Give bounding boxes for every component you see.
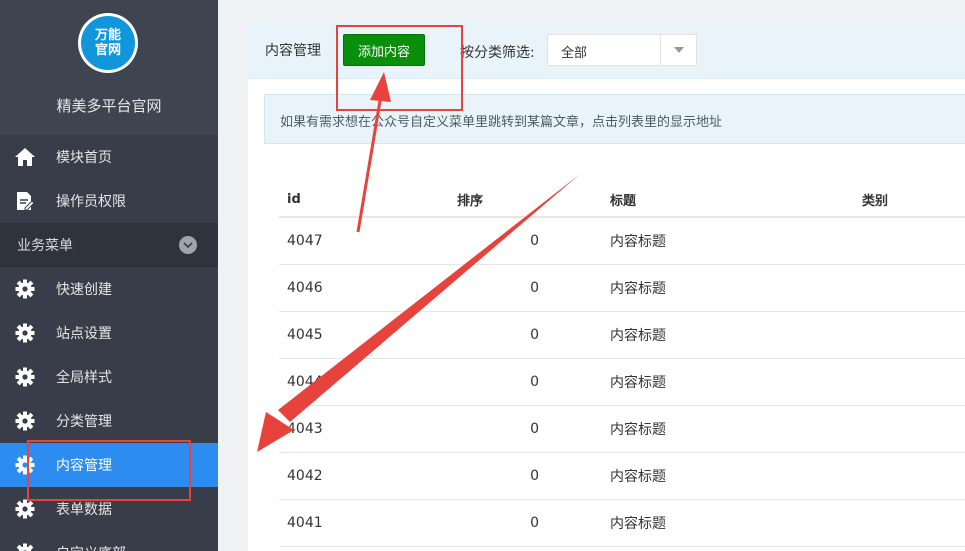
content-table: id 排序 标题 类别 4047 0 内容标题 4046 0 内容标题 4045… [279,182,965,547]
sidebar-item-label: 操作员权限 [56,194,126,210]
cell-sort: 0 [457,358,610,406]
annotation-highlight-content-menu [27,440,191,501]
category-filter-select[interactable]: 全部 [547,34,697,66]
table-row[interactable]: 4042 0 内容标题 [279,452,965,500]
sidebar-item-site-settings[interactable]: 站点设置 [0,311,218,355]
brand: 万能 官网 精美多平台官网 [0,0,218,135]
cell-sort: 0 [457,452,610,500]
cell-id: 4046 [279,264,457,312]
cell-id: 4047 [279,217,457,265]
cell-title: 内容标题 [610,405,862,453]
cell-sort: 0 [457,499,610,547]
sidebar-item-quick-create[interactable]: 快速创建 [0,267,218,311]
cell-id: 4042 [279,452,457,500]
cell-category [862,358,965,406]
sidebar-group-business[interactable]: 业务菜单 [0,223,218,267]
sidebar-item-label: 全局样式 [56,370,112,386]
cell-id: 4045 [279,311,457,359]
sidebar-group-label: 业务菜单 [17,238,73,254]
table-header-row: id 排序 标题 类别 [279,182,965,218]
cell-category [862,217,965,265]
column-header-id[interactable]: id [279,182,457,218]
gear-icon [14,498,36,520]
dropdown-arrow-icon[interactable] [660,35,696,65]
sidebar-item-custom-footer[interactable]: 自定义底部 [0,531,218,551]
gear-icon [14,322,36,344]
gear-icon [14,410,36,432]
logo[interactable]: 万能 官网 [78,13,138,73]
cell-sort: 0 [457,217,610,265]
cell-category [862,405,965,453]
sidebar-item-home[interactable]: 模块首页 [0,135,218,179]
cell-id: 4041 [279,499,457,547]
cell-title: 内容标题 [610,358,862,406]
cell-title: 内容标题 [610,264,862,312]
table-row[interactable]: 4041 0 内容标题 [279,499,965,547]
select-value: 全部 [561,46,588,61]
cell-category [862,452,965,500]
table-row[interactable]: 4047 0 内容标题 [279,217,965,265]
sidebar-item-category-management[interactable]: 分类管理 [0,399,218,443]
cell-id: 4044 [279,358,457,406]
cell-category [862,264,965,312]
cell-title: 内容标题 [610,311,862,359]
sidebar-item-label: 快速创建 [56,282,112,298]
column-header-sort[interactable]: 排序 [457,182,610,218]
notice-text: 如果有需求想在公众号自定义菜单里跳转到某篇文章，点击列表里的显示地址 [280,115,723,130]
cell-title: 内容标题 [610,217,862,265]
page-title: 内容管理 [265,43,321,59]
cell-sort: 0 [457,264,610,312]
table-row[interactable]: 4043 0 内容标题 [279,405,965,453]
home-icon [14,146,36,168]
cell-category [862,311,965,359]
cell-sort: 0 [457,311,610,359]
gear-icon [14,366,36,388]
logo-line-2: 官网 [94,43,121,58]
document-edit-icon [14,190,36,212]
annotation-highlight-add-button [336,25,463,111]
cell-category [862,499,965,547]
filter-label: 按分类筛选: [460,45,535,61]
cell-title: 内容标题 [610,452,862,500]
gear-icon [14,542,36,551]
logo-badge: 万能 官网 [81,16,135,70]
sidebar-item-label: 自定义底部 [56,543,126,551]
logo-line-1: 万能 [94,28,121,43]
sidebar-item-label: 站点设置 [56,326,112,342]
gear-icon [14,278,36,300]
column-header-category[interactable]: 类别 [862,182,965,218]
sidebar-item-permissions[interactable]: 操作员权限 [0,179,218,223]
column-header-title[interactable]: 标题 [610,182,862,218]
chevron-down-icon[interactable] [179,236,197,254]
brand-name: 精美多平台官网 [56,97,162,115]
cell-title: 内容标题 [610,499,862,547]
sidebar-item-label: 分类管理 [56,414,112,430]
table-row[interactable]: 4044 0 内容标题 [279,358,965,406]
table-row[interactable]: 4046 0 内容标题 [279,264,965,312]
sidebar-item-label: 表单数据 [56,502,112,518]
table-row[interactable]: 4045 0 内容标题 [279,311,965,359]
cell-id: 4043 [279,405,457,453]
cell-sort: 0 [457,405,610,453]
sidebar-item-global-style[interactable]: 全局样式 [0,355,218,399]
sidebar-item-label: 模块首页 [56,150,112,166]
